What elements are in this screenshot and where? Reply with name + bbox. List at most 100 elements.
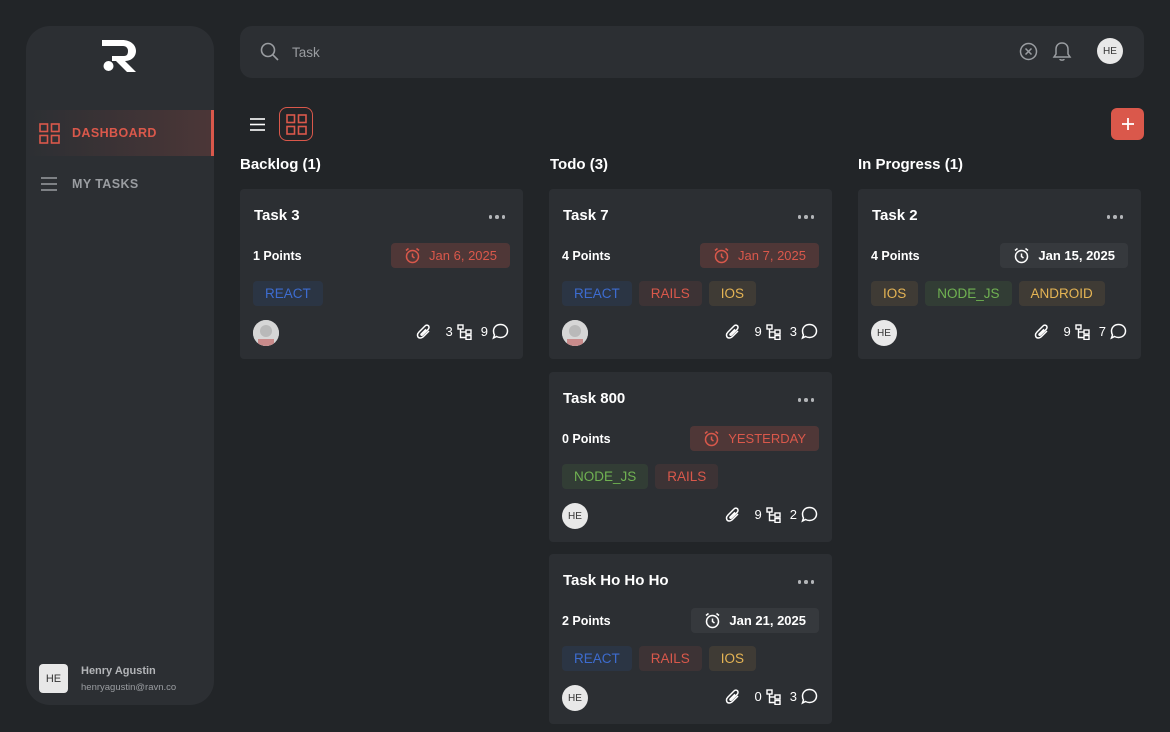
due-date-text: Jan 15, 2025 — [1038, 248, 1115, 263]
search-icon — [260, 42, 279, 66]
subtask-count: 7 — [1098, 324, 1106, 339]
user-profile[interactable]: HE Henry Agustin henryagustin@ravn.co — [39, 664, 176, 693]
tag-label: REACT — [562, 646, 632, 671]
task-stats: 9 3 — [725, 323, 818, 340]
due-date-text: Jan 21, 2025 — [729, 613, 806, 628]
task-points: 4 Points — [871, 249, 920, 263]
list-view-button[interactable] — [245, 112, 269, 136]
comment-icon[interactable] — [801, 506, 818, 523]
comment-icon[interactable] — [492, 323, 509, 340]
task-card[interactable]: Task 3 1 Points Jan 6, 2025 REACT 3 9 — [240, 189, 523, 359]
avatar — [562, 320, 588, 346]
dashboard-grid-icon — [38, 122, 60, 144]
user-email: henryagustin@ravn.co — [81, 681, 177, 693]
task-card[interactable]: Task 800 0 Points YESTERDAY NODE_JS RAILS… — [549, 372, 832, 542]
attachment-icon[interactable] — [1034, 323, 1050, 340]
attachment-count: 3 — [445, 324, 453, 339]
tag-list: REACT RAILS IOS — [562, 281, 757, 306]
column-title-in-progress: In Progress (1) — [858, 156, 964, 173]
sidebar-item-dashboard[interactable]: DASHBOARD — [26, 110, 214, 156]
tag-label: NODE_JS — [562, 464, 649, 489]
task-title: Task Ho Ho Ho — [563, 572, 669, 589]
task-points: 2 Points — [562, 614, 611, 628]
task-points: 1 Points — [253, 249, 302, 263]
task-stats: 0 3 — [725, 688, 818, 705]
subtasks-icon[interactable] — [766, 688, 781, 705]
clear-search-icon[interactable] — [1019, 42, 1038, 66]
alarm-clock-icon — [703, 430, 720, 447]
subtasks-icon[interactable] — [457, 323, 472, 340]
tag-label: REACT — [562, 281, 632, 306]
grid-view-button[interactable] — [279, 107, 313, 141]
attachment-icon[interactable] — [416, 323, 432, 340]
more-options-icon[interactable] — [797, 215, 814, 219]
user-name: Henry Agustin — [81, 664, 156, 677]
task-points: 4 Points — [562, 249, 611, 263]
avatar: HE — [562, 503, 588, 529]
task-stats: 9 2 — [725, 506, 818, 523]
attachment-count: 9 — [1063, 324, 1071, 339]
task-points: 0 Points — [562, 432, 611, 446]
sidebar: DASHBOARD MY TASKS HE Henry Agustin henr… — [26, 26, 214, 705]
tag-list: IOS NODE_JS ANDROID — [871, 281, 1105, 306]
attachment-icon[interactable] — [725, 688, 741, 705]
subtask-count: 3 — [789, 324, 797, 339]
sidebar-item-my-tasks[interactable]: MY TASKS — [26, 161, 214, 207]
alarm-clock-icon — [713, 247, 730, 264]
avatar[interactable]: HE — [1097, 38, 1123, 64]
attachment-icon[interactable] — [725, 506, 741, 523]
subtask-count: 3 — [789, 689, 797, 704]
notifications-bell-icon[interactable] — [1052, 41, 1072, 67]
task-title: Task 2 — [872, 207, 918, 224]
subtask-count: 2 — [789, 507, 797, 522]
tag-label: IOS — [708, 646, 757, 671]
search-input[interactable] — [292, 40, 972, 64]
avatar — [253, 320, 279, 346]
list-icon — [38, 173, 60, 195]
subtask-count: 9 — [480, 324, 488, 339]
tag-label: REACT — [253, 281, 323, 306]
alarm-clock-icon — [704, 612, 721, 629]
tag-label: IOS — [871, 281, 919, 306]
ravn-logo[interactable] — [100, 38, 140, 74]
tag-label: RAILS — [655, 464, 719, 489]
more-options-icon[interactable] — [1106, 215, 1123, 219]
tag-label: ANDROID — [1018, 281, 1105, 306]
avatar: HE — [562, 685, 588, 711]
tag-label: RAILS — [638, 281, 702, 306]
more-options-icon[interactable] — [797, 580, 814, 584]
attachment-count: 9 — [754, 507, 762, 522]
more-options-icon[interactable] — [797, 398, 814, 402]
due-date-badge: YESTERDAY — [690, 426, 819, 451]
task-stats: 9 7 — [1034, 323, 1127, 340]
more-options-icon[interactable] — [488, 215, 505, 219]
tag-list: REACT RAILS IOS — [562, 646, 757, 671]
alarm-clock-icon — [404, 247, 421, 264]
task-card[interactable]: Task 7 4 Points Jan 7, 2025 REACT RAILS IO… — [549, 189, 832, 359]
attachment-count: 0 — [754, 689, 762, 704]
due-date-badge: Jan 21, 2025 — [691, 608, 819, 633]
comment-icon[interactable] — [801, 688, 818, 705]
tag-list: REACT — [253, 281, 323, 306]
task-card[interactable]: Task Ho Ho Ho 2 Points Jan 21, 2025 REAC… — [549, 554, 832, 724]
task-card[interactable]: Task 2 4 Points Jan 15, 2025 IOS NODE_JS A… — [858, 189, 1141, 359]
add-task-button[interactable] — [1111, 108, 1144, 140]
task-stats: 3 9 — [416, 323, 509, 340]
comment-icon[interactable] — [801, 323, 818, 340]
tag-label: RAILS — [638, 646, 702, 671]
tag-label: NODE_JS — [925, 281, 1012, 306]
sidebar-item-label: MY TASKS — [72, 177, 139, 191]
attachment-icon[interactable] — [725, 323, 741, 340]
subtasks-icon[interactable] — [1075, 323, 1090, 340]
avatar: HE — [871, 320, 897, 346]
task-title: Task 800 — [563, 390, 626, 407]
column-title-todo: Todo (3) — [550, 156, 609, 173]
subtasks-icon[interactable] — [766, 323, 781, 340]
due-date-text: Jan 7, 2025 — [738, 248, 806, 263]
alarm-clock-icon — [1013, 247, 1030, 264]
column-title-backlog: Backlog (1) — [240, 156, 321, 173]
attachment-count: 9 — [754, 324, 762, 339]
due-date-text: YESTERDAY — [728, 431, 806, 446]
subtasks-icon[interactable] — [766, 506, 781, 523]
comment-icon[interactable] — [1110, 323, 1127, 340]
